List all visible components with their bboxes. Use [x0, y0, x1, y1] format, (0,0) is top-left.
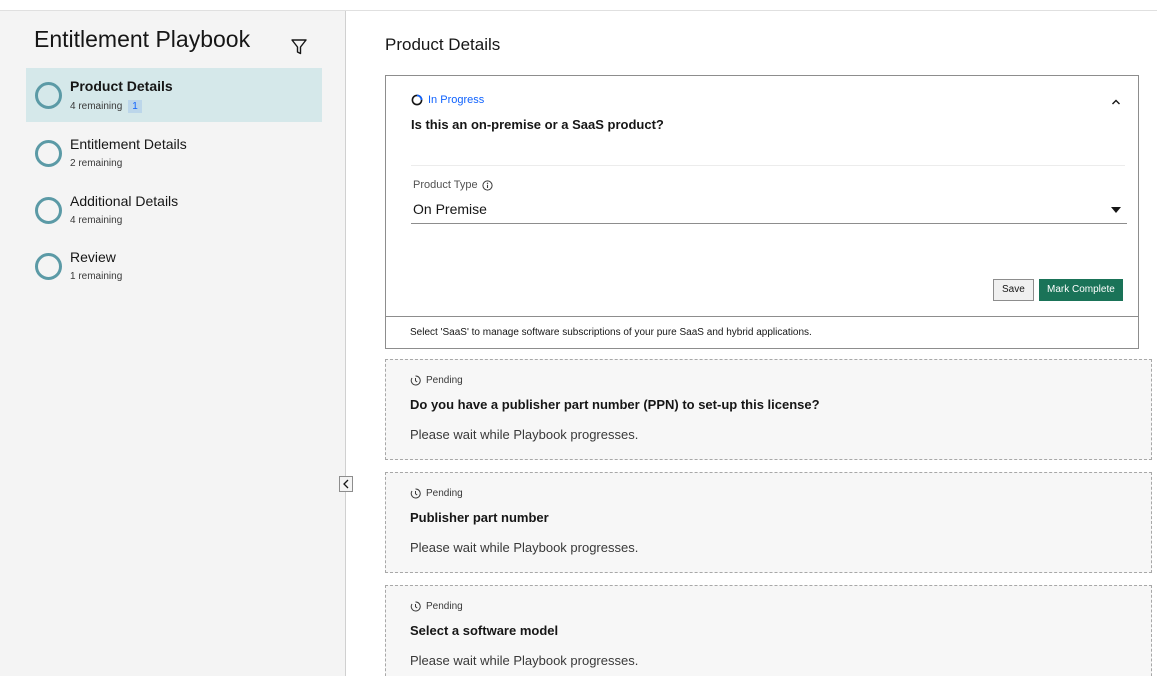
- step-remaining: 4 remaining 1: [70, 100, 142, 113]
- question-title: Is this an on-premise or a SaaS product?: [411, 117, 664, 132]
- info-icon[interactable]: [482, 179, 493, 191]
- step-additional-details[interactable]: Additional Details 4 remaining: [26, 183, 322, 237]
- divider: [411, 165, 1125, 166]
- question-description: Please wait while Playbook progresses.: [410, 653, 639, 668]
- select-value: On Premise: [413, 201, 487, 217]
- helper-text: Select 'SaaS' to manage software subscri…: [410, 327, 812, 338]
- question-title: Select a software model: [410, 623, 559, 638]
- step-remaining: 4 remaining: [70, 215, 123, 226]
- progress-icon: [411, 94, 423, 106]
- helper-footer: Select 'SaaS' to manage software subscri…: [386, 316, 1138, 348]
- step-entitlement-details[interactable]: Entitlement Details 2 remaining: [26, 126, 322, 180]
- app-root: Entitlement Playbook Product Details 4 r…: [0, 0, 1157, 676]
- chevron-up-icon[interactable]: [1110, 96, 1122, 108]
- step-status-icon: [35, 197, 62, 224]
- mark-complete-button[interactable]: Mark Complete: [1039, 279, 1123, 301]
- question-description: Please wait while Playbook progresses.: [410, 427, 639, 442]
- clock-icon: [410, 488, 421, 499]
- product-type-label: Product Type: [413, 179, 493, 191]
- chevron-left-icon: [343, 479, 349, 489]
- step-label: Entitlement Details: [70, 136, 187, 152]
- sidebar-collapse-button[interactable]: [339, 476, 353, 492]
- step-product-details[interactable]: Product Details 4 remaining 1: [26, 68, 322, 122]
- step-status-icon: [35, 140, 62, 167]
- status-in-progress: In Progress: [411, 94, 484, 106]
- step-remaining: 1 remaining: [70, 271, 123, 282]
- question-card-pending[interactable]: Pending Publisher part number Please wai…: [385, 472, 1152, 573]
- save-button[interactable]: Save: [993, 279, 1034, 301]
- question-card-active: In Progress Is this an on-premise or a S…: [385, 75, 1139, 349]
- step-badge: 1: [128, 100, 142, 113]
- step-remaining: 2 remaining: [70, 158, 123, 169]
- question-title: Publisher part number: [410, 510, 549, 525]
- status-pending: Pending: [410, 601, 463, 612]
- caret-down-icon: [1111, 207, 1121, 213]
- step-label: Review: [70, 249, 116, 265]
- step-label: Product Details: [70, 78, 173, 94]
- status-pending: Pending: [410, 488, 463, 499]
- step-label: Additional Details: [70, 193, 179, 209]
- question-card-pending[interactable]: Pending Do you have a publisher part num…: [385, 359, 1152, 460]
- product-type-select[interactable]: On Premise: [411, 196, 1127, 224]
- clock-icon: [410, 375, 421, 386]
- question-description: Please wait while Playbook progresses.: [410, 540, 639, 555]
- status-pending: Pending: [410, 375, 463, 386]
- sidebar-title: Entitlement Playbook: [34, 26, 251, 52]
- question-title: Do you have a publisher part number (PPN…: [410, 397, 820, 412]
- question-card-pending[interactable]: Pending Select a software model Please w…: [385, 585, 1152, 676]
- sidebar-divider: [345, 11, 346, 676]
- filter-icon[interactable]: [290, 38, 308, 56]
- page-title: Product Details: [385, 35, 501, 54]
- status-label: In Progress: [428, 94, 485, 106]
- step-review[interactable]: Review 1 remaining: [26, 239, 322, 293]
- step-status-icon: [35, 82, 62, 109]
- step-status-icon: [35, 253, 62, 280]
- clock-icon: [410, 601, 421, 612]
